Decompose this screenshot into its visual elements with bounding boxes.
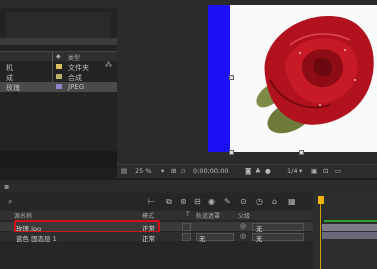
label-color-swatch[interactable] <box>56 84 62 89</box>
keyframe-icon[interactable]: ◷ <box>256 197 263 206</box>
timeline-graph-area[interactable] <box>313 193 377 269</box>
project-item-type: JPEG <box>68 83 85 91</box>
channel-icon[interactable]: ● <box>265 167 271 175</box>
comp-mini-flowchart-icon[interactable]: ⊢ <box>148 197 155 206</box>
composition-viewer[interactable]: ▤ 25 % ▾ ⊞ ▫ 0;00;00;00 ◙ ♣ ● 1/4 ▾ ▣ ⊡ … <box>117 0 377 178</box>
draft-3d-icon[interactable]: ⧉ <box>166 197 172 207</box>
zoom-dropdown[interactable]: 25 % <box>135 167 152 175</box>
frame-blending-icon[interactable]: ⊟ <box>194 197 201 206</box>
flowchart-icon[interactable]: ⁂ <box>105 61 112 69</box>
current-time-indicator[interactable] <box>318 196 324 204</box>
label-column-icon[interactable]: ◆ <box>56 53 61 60</box>
timeline-controls: ⌕ ⊢ ⧉ ⊛ ⊟ ◉ ✎ ⊙ ◷ ⌂ ▦ <box>0 193 313 211</box>
pick-whip-icon[interactable]: ◎ <box>240 232 246 240</box>
safe-zones-icon[interactable]: ⊞ <box>171 167 176 175</box>
mode-column[interactable]: 模式 <box>142 211 154 220</box>
type-column-header[interactable]: 类型 <box>68 53 80 62</box>
shape-icon[interactable]: ⌂ <box>272 197 277 206</box>
mask-icon[interactable]: ▫ <box>181 167 185 175</box>
label-color-swatch[interactable] <box>56 74 62 79</box>
transparency-grid-icon[interactable]: ⊡ <box>323 167 328 175</box>
motion-blur-icon[interactable]: ◉ <box>208 197 215 206</box>
preserve-transparency-checkbox[interactable] <box>182 223 191 231</box>
zoom-dropdown-arrow[interactable]: ▾ <box>161 167 164 175</box>
timeline-tab-bar: ▪ <box>0 180 377 193</box>
transform-handle[interactable] <box>229 75 234 80</box>
layer-mode-dropdown[interactable]: 正常 <box>142 233 155 243</box>
hide-shy-layers-icon[interactable]: ⊛ <box>180 197 187 206</box>
project-search-bar[interactable] <box>0 38 117 45</box>
timeline-tab[interactable]: ▪ <box>4 182 9 191</box>
chart-icon[interactable]: ▦ <box>288 197 296 206</box>
parent-value: 无 <box>256 235 263 243</box>
current-time-line <box>320 204 321 269</box>
preserve-transparency-checkbox[interactable] <box>182 233 191 241</box>
transform-handle[interactable] <box>299 150 304 155</box>
current-time-display[interactable]: 0;00;00;00 <box>193 167 229 175</box>
viewer-options-icon[interactable]: ▤ <box>121 167 127 175</box>
rose-image <box>230 5 377 152</box>
project-item-name: 玫瑰 <box>6 84 20 92</box>
after-effects-window: ◆ 类型 机 文件夹 成 合成 玫瑰 JPEG ⁂ ▤ 25 % ▾ ⊞ ▫ 0… <box>0 0 377 269</box>
search-field-icon[interactable]: ⌕ <box>8 197 12 207</box>
region-of-interest-icon[interactable]: ▣ <box>311 167 317 175</box>
project-top-strip <box>0 0 117 8</box>
parent-column[interactable]: 父级 <box>238 211 250 220</box>
brainstorm-icon[interactable]: ✎ <box>224 197 231 206</box>
work-area-bar[interactable] <box>324 220 377 222</box>
t-column[interactable]: T <box>186 211 190 218</box>
project-thumbnail-area <box>6 12 111 40</box>
project-item-jpeg[interactable]: 玫瑰 JPEG <box>0 82 117 92</box>
track-matte-value: 无 <box>199 235 206 243</box>
resolution-dropdown-arrow[interactable]: ▾ <box>299 167 302 175</box>
project-panel: ◆ 类型 机 文件夹 成 合成 玫瑰 JPEG ⁂ <box>0 0 117 168</box>
timeline-layer-row[interactable]: 蓝色 固态层 1 正常 无 ◎ 无 <box>0 232 313 243</box>
layer-name[interactable]: 蓝色 固态层 1 <box>16 233 57 243</box>
camera-view-icon[interactable]: ▭ <box>335 167 341 175</box>
project-status-bar <box>0 151 117 168</box>
layer-duration-bar[interactable] <box>322 232 377 239</box>
label-color-swatch[interactable] <box>56 64 62 69</box>
resolution-dropdown[interactable]: 1/4 <box>287 167 297 175</box>
pick-whip-icon[interactable]: ◎ <box>240 222 246 230</box>
viewer-toolbar: ▤ 25 % ▾ ⊞ ▫ 0;00;00;00 ◙ ♣ ● 1/4 ▾ ▣ ⊡ … <box>117 164 377 178</box>
blue-solid-layer <box>208 5 230 152</box>
rose-illustration <box>256 15 374 134</box>
transform-handle[interactable] <box>229 150 234 155</box>
timeline-column-headers: 源名称 模式 T 轨道遮罩 父级 <box>0 211 313 220</box>
project-item-folder[interactable]: 机 文件夹 <box>0 62 117 72</box>
project-column-header: ◆ 类型 <box>0 51 117 62</box>
track-matte-column[interactable]: 轨道遮罩 <box>196 211 220 220</box>
source-name-column[interactable]: 源名称 <box>14 211 32 220</box>
graph-editor-icon[interactable]: ⊙ <box>240 197 247 206</box>
layer-duration-bar[interactable] <box>322 224 377 231</box>
snapshot-icon[interactable]: ◙ <box>245 167 251 175</box>
show-snapshot-icon[interactable]: ♣ <box>255 167 261 175</box>
project-item-comp[interactable]: 成 合成 <box>0 72 117 82</box>
